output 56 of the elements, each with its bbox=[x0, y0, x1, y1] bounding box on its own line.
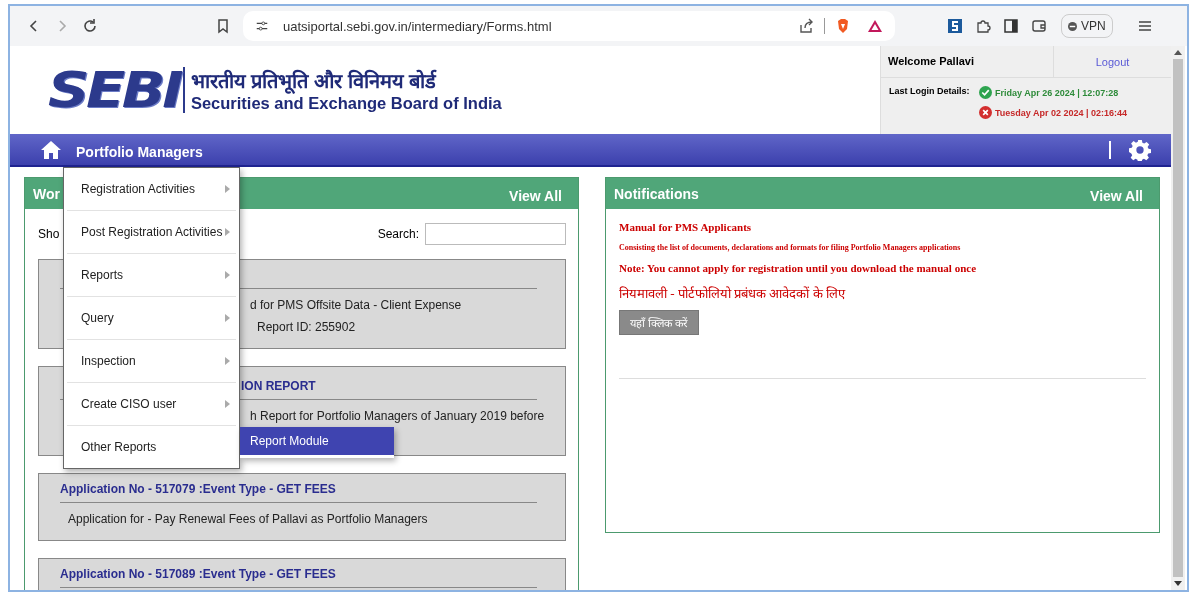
sebi-logo: SEBI bbox=[48, 61, 181, 119]
scrollbar[interactable] bbox=[1171, 46, 1185, 590]
wallet-icon[interactable] bbox=[1031, 18, 1047, 34]
submenu-item[interactable]: Report Module bbox=[240, 427, 394, 455]
menu-item-label: Create CISO user bbox=[81, 397, 177, 411]
menu-item-label: Post Registration Activities bbox=[81, 225, 223, 239]
reload-icon[interactable] bbox=[82, 18, 98, 34]
menu-item-label: Reports bbox=[81, 268, 124, 282]
vpn-status-icon bbox=[1068, 21, 1077, 31]
welcome-text: Welcome Pallavi bbox=[887, 54, 975, 69]
application-text: Application for - Pay Renewal Fees of Pallavi as Portfolio Managers bbox=[67, 511, 428, 528]
application-text: h Report for Portfolio Managers of January 2019 before bbox=[250, 408, 545, 425]
notification-text: Note: You cannot apply for registration until you download the manual once bbox=[619, 262, 977, 274]
menu-item[interactable]: Inspection bbox=[67, 340, 236, 383]
notification-text: Manual for PMS Applicants bbox=[619, 221, 752, 233]
notification-text: नियमावली - पोर्टफोलियो प्रबंधक आवेदकों के लिए bbox=[619, 285, 845, 302]
menu-item-label: Other Reports bbox=[81, 440, 157, 454]
last-login-label: Last Login Details: bbox=[889, 86, 971, 98]
menu-item-label: Inspection bbox=[81, 354, 136, 368]
application-title[interactable]: Application No - 517079 :Event Type - GET FEES bbox=[60, 482, 537, 498]
menu-item-label: Registration Activities bbox=[81, 182, 196, 196]
triangle-icon[interactable] bbox=[867, 18, 883, 34]
puzzle-icon[interactable] bbox=[975, 18, 991, 34]
bookmark-icon[interactable] bbox=[215, 18, 231, 34]
menu-item[interactable]: Query bbox=[67, 297, 236, 340]
application-text: Report ID: 255902 bbox=[257, 319, 356, 336]
nav-title[interactable]: Portfolio Managers bbox=[76, 143, 203, 160]
site-settings-icon[interactable] bbox=[255, 19, 269, 33]
menu-item[interactable]: Registration Activities bbox=[67, 168, 236, 211]
application-title[interactable]: ION REPORT bbox=[241, 379, 316, 395]
search-label: Search: bbox=[377, 227, 419, 241]
home-icon[interactable] bbox=[40, 139, 62, 160]
search-field[interactable] bbox=[425, 223, 566, 245]
organisation-title: Securities and Exchange Board of India bbox=[190, 94, 502, 113]
menu-icon[interactable] bbox=[1136, 18, 1153, 34]
scroll-down-icon[interactable] bbox=[1174, 581, 1182, 587]
share-icon[interactable] bbox=[798, 18, 814, 34]
login-time: Friday Apr 26 2024 | 12:07:28 bbox=[995, 87, 1119, 98]
application-title[interactable]: Application No - 517089 :Event Type - GET FEES bbox=[60, 567, 537, 583]
scroll-up-icon[interactable] bbox=[1174, 49, 1182, 55]
application-text: d for PMS Offsite Data - Client Expense bbox=[250, 297, 462, 314]
menu-item[interactable]: Other Reports bbox=[67, 426, 236, 468]
login-time: Tuesday Apr 02 2024 | 02:16:44 bbox=[995, 107, 1128, 118]
extension-icon[interactable] bbox=[947, 18, 963, 34]
menu-item[interactable]: Reports bbox=[67, 254, 236, 297]
settings-icon[interactable] bbox=[1129, 138, 1151, 161]
hindi-title: भारतीय प्रतिभूति और विनिमय बोर्ड bbox=[190, 68, 438, 94]
show-label: Sho bbox=[38, 227, 60, 241]
menu-item-label: Query bbox=[81, 311, 114, 325]
menu-item[interactable]: Create CISO user bbox=[67, 383, 236, 426]
notification-text: Consisting the list of documents, declarations and formats for filing Portfolio Managers applications bbox=[619, 243, 961, 252]
sidebar-icon[interactable] bbox=[1003, 18, 1019, 34]
panel-title: Notifications bbox=[614, 185, 699, 202]
panel-title: Wor bbox=[33, 185, 60, 202]
vpn-button[interactable]: VPN bbox=[1061, 14, 1113, 38]
menu-item[interactable]: Post Registration Activities bbox=[67, 211, 236, 254]
